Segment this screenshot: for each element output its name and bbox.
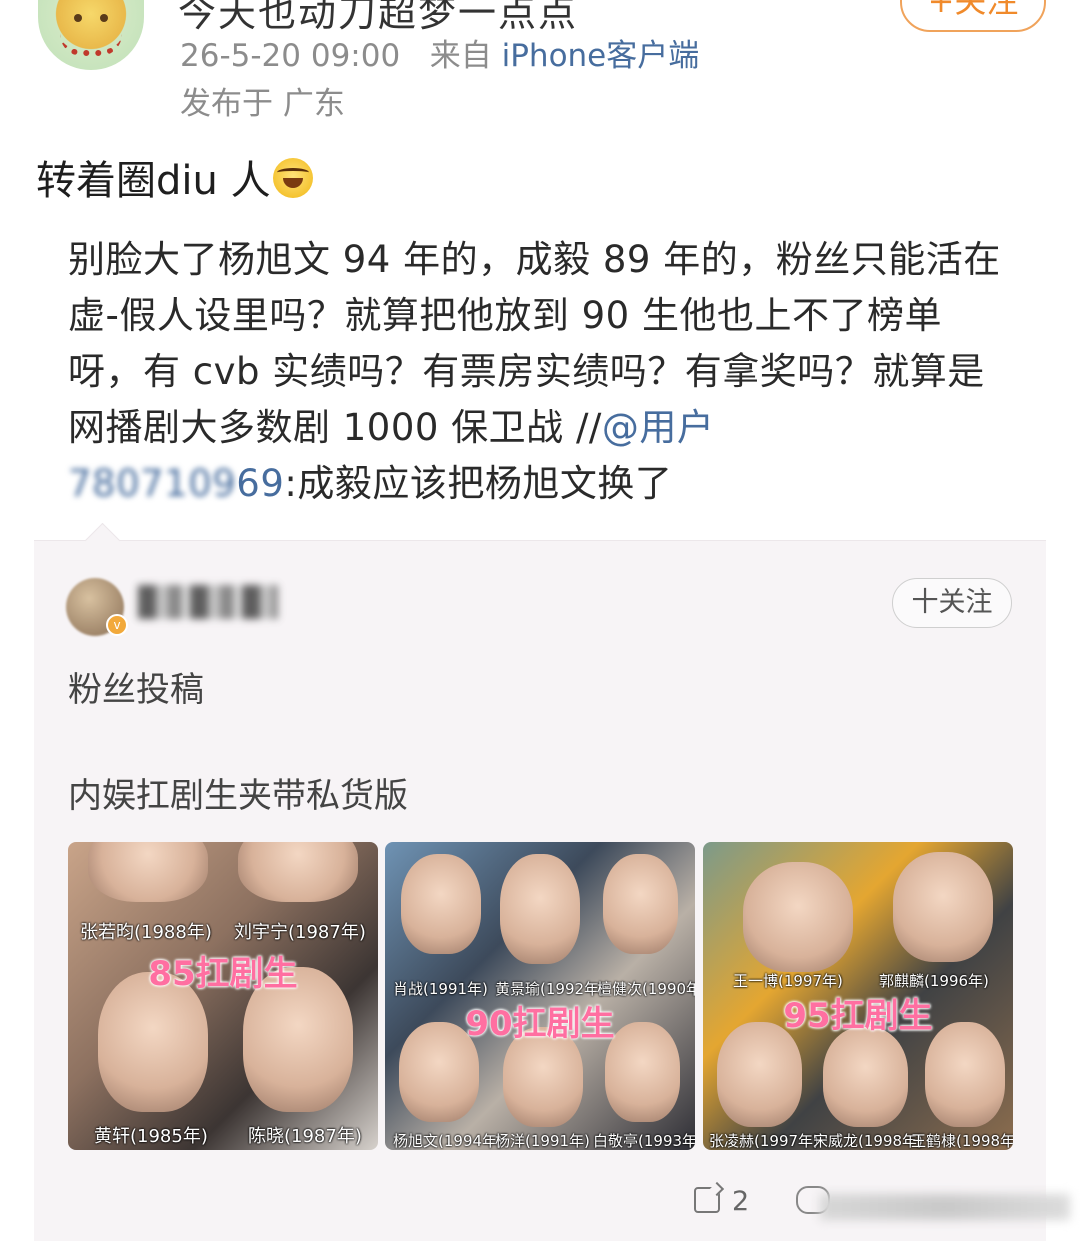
photo-face xyxy=(238,842,358,902)
actor-name: 陈晓(1987年) xyxy=(248,1126,362,1147)
actor-name: 杨旭文(1994年) xyxy=(393,1132,503,1150)
user-avatar[interactable] xyxy=(38,0,144,70)
image-tile-85[interactable]: 张若昀(1988年) 刘宇宁(1987年) 85扛剧生 黄轩(1985年) 陈晓… xyxy=(68,842,378,1150)
repost-text: 别脸大了杨旭文 94 年的，成毅 89 年的，粉丝只能活在虚-假人设里吗？就算把… xyxy=(68,238,1001,449)
photo-face xyxy=(717,1022,802,1127)
card-follow-button[interactable]: 十关注 xyxy=(892,578,1012,628)
repost-body: 别脸大了杨旭文 94 年的，成毅 89 年的，粉丝只能活在虚-假人设里吗？就算把… xyxy=(68,232,1008,512)
post-timestamp: 26-5-20 09:00 xyxy=(180,38,401,74)
from-label: 来自 xyxy=(429,38,492,74)
mention-link[interactable]: @用户 xyxy=(602,406,715,449)
blurred-region xyxy=(820,1194,1070,1220)
photo-face xyxy=(500,854,580,964)
tile-caption: 85扛剧生 xyxy=(148,954,298,994)
actor-name: 白敬亭(1993年) xyxy=(593,1132,695,1150)
avatar-eye xyxy=(100,14,108,22)
photo-face xyxy=(823,1027,908,1127)
actor-name: 宋威龙(1998年) xyxy=(813,1132,923,1150)
photo-face xyxy=(603,854,678,954)
mention-id-tail[interactable]: 69 xyxy=(236,462,284,505)
repost-quote: :成毅应该把杨旭文换了 xyxy=(284,462,673,505)
actor-name: 王鹤棣(1998年) xyxy=(911,1132,1013,1150)
follow-button[interactable]: +关注 xyxy=(900,0,1046,32)
repost-count: 2 xyxy=(732,1186,750,1217)
verified-badge-icon: v xyxy=(106,614,128,636)
avatar-eye xyxy=(74,14,82,22)
card-text-line2: 内娱扛剧生夹带私货版 xyxy=(68,776,408,816)
laughing-tears-icon xyxy=(272,158,313,198)
actor-name: 张若昀(1988年) xyxy=(80,922,212,943)
tile-caption: 90扛剧生 xyxy=(465,1004,615,1044)
card-text-line1: 粉丝投稿 xyxy=(68,670,204,710)
photo-face xyxy=(401,854,481,954)
actor-name: 杨洋(1991年) xyxy=(495,1132,590,1150)
actor-name: 张凌赫(1997年) xyxy=(709,1132,819,1150)
tile-caption: 95扛剧生 xyxy=(783,996,933,1036)
actor-name: 黄轩(1985年) xyxy=(94,1126,208,1147)
post-meta: 26-5-20 09:00 来自 iPhone客户端 xyxy=(180,30,699,75)
source-username-blurred[interactable] xyxy=(138,585,278,619)
actor-name: 刘宇宁(1987年) xyxy=(234,922,366,943)
photo-face xyxy=(88,842,208,902)
repost-button[interactable]: 2 xyxy=(694,1186,749,1217)
image-tile-95[interactable]: 王一博(1997年) 郭麒麟(1996年) 95扛剧生 张凌赫(1997年) 宋… xyxy=(703,842,1013,1150)
mention-id-blurred[interactable]: 7807109 xyxy=(68,462,236,505)
photo-face xyxy=(925,1022,1005,1127)
post-body: 转着圈diu 人 xyxy=(36,148,313,206)
photo-face xyxy=(743,862,853,972)
photo-face xyxy=(893,852,993,962)
image-tile-90[interactable]: 肖战(1991年) 黄景瑜(1992年) 檀健次(1990年) 90扛剧生 杨旭… xyxy=(385,842,695,1150)
repost-icon xyxy=(694,1187,720,1213)
post-location: 发布于 广东 xyxy=(180,86,345,122)
avatar-beads xyxy=(60,34,122,56)
post-text: 转着圈diu 人 xyxy=(36,158,271,204)
client-link[interactable]: iPhone客户端 xyxy=(502,38,700,74)
